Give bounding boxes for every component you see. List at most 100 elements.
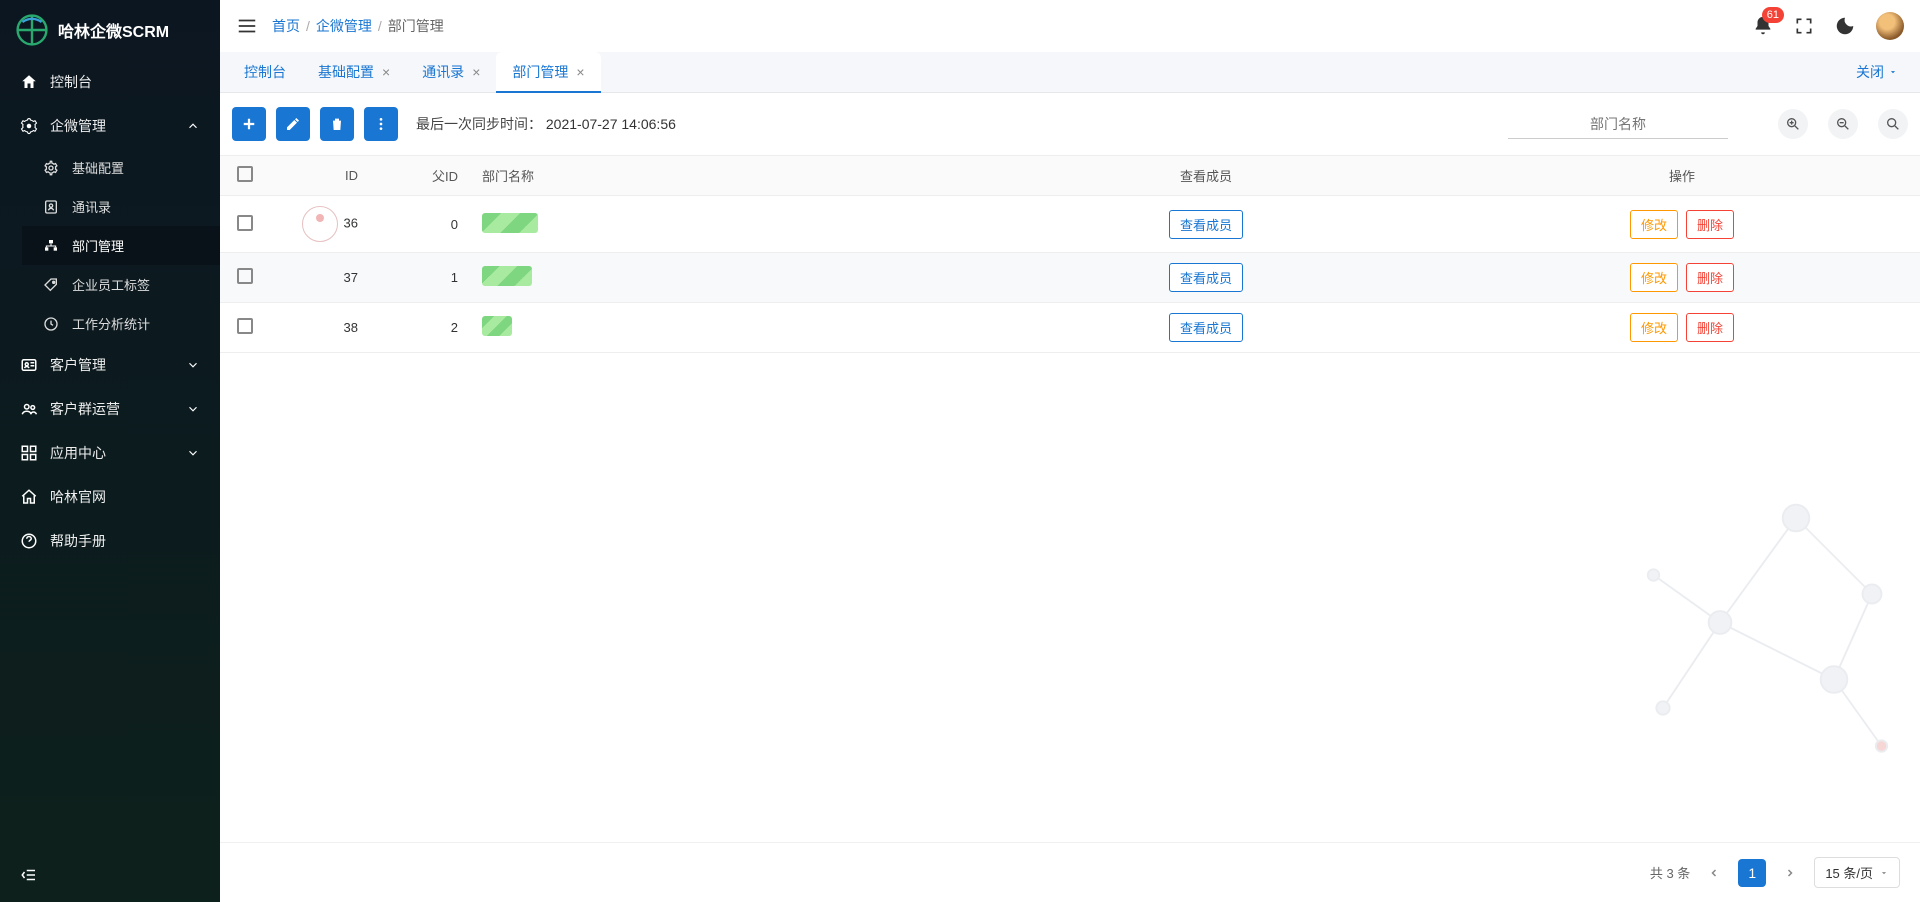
sidebar-item-label: 客户管理 <box>50 355 106 375</box>
checkbox[interactable] <box>237 268 253 284</box>
chevron-down-icon <box>186 446 200 460</box>
more-button[interactable] <box>364 107 398 141</box>
sync-timestamp: 2021-07-27 14:06:56 <box>546 116 676 132</box>
table-wrap: ID 父ID 部门名称 查看成员 操作 360查看成员修改删除371查看成员修改… <box>220 156 1920 842</box>
add-button[interactable] <box>232 107 266 141</box>
tab-dept[interactable]: 部门管理 × <box>496 52 600 92</box>
search-dept <box>1508 110 1728 139</box>
toolbar: 最后一次同步时间： 2021-07-27 14:06:56 <box>220 93 1920 156</box>
view-members-button[interactable]: 查看成员 <box>1169 210 1243 239</box>
pager-page-1[interactable]: 1 <box>1738 859 1766 887</box>
sidebar-item-website[interactable]: 哈林官网 <box>0 475 220 519</box>
view-members-button[interactable]: 查看成员 <box>1169 263 1243 292</box>
clock-icon <box>42 315 60 333</box>
pager-total: 共 3 条 <box>1650 863 1690 882</box>
edit-row-button[interactable]: 修改 <box>1630 313 1678 342</box>
avatar[interactable] <box>1876 12 1904 40</box>
tab-console[interactable]: 控制台 <box>228 52 302 92</box>
notifications-button[interactable]: 61 <box>1752 15 1774 37</box>
sidebar-item-label: 基础配置 <box>72 158 124 177</box>
brand-title: 哈林企微SCRM <box>58 18 169 42</box>
tab-label: 通讯录 <box>422 62 464 82</box>
card-icon <box>20 356 38 374</box>
sidebar-item-label: 哈林官网 <box>50 487 106 507</box>
delete-row-button[interactable]: 删除 <box>1686 313 1734 342</box>
close-icon[interactable]: × <box>576 64 584 80</box>
delete-button[interactable] <box>320 107 354 141</box>
sidebar-item-label: 应用中心 <box>50 443 106 463</box>
cell-name <box>470 253 968 303</box>
sidebar-item-customer[interactable]: 客户管理 <box>0 343 220 387</box>
topbar: 首页 / 企微管理 / 部门管理 61 <box>220 0 1920 52</box>
chevron-up-icon <box>186 119 200 133</box>
fullscreen-button[interactable] <box>1794 16 1814 36</box>
col-name: 部门名称 <box>470 156 968 196</box>
chevron-down-icon <box>186 402 200 416</box>
help-icon <box>20 532 38 550</box>
sidebar-item-label: 企业员工标签 <box>72 275 150 294</box>
zoom-reset-button[interactable] <box>1878 109 1908 139</box>
breadcrumb-l1[interactable]: 企微管理 <box>316 16 372 36</box>
col-checkbox <box>220 156 270 196</box>
pager-prev[interactable] <box>1700 859 1728 887</box>
sidebar-item-apps[interactable]: 应用中心 <box>0 431 220 475</box>
zoom-in-button[interactable] <box>1778 109 1808 139</box>
sidebar-sub-qw: 基础配置 通讯录 部门管理 企业员工标签 工作分析统计 <box>0 148 220 343</box>
sidebar-item-basic[interactable]: 基础配置 <box>22 148 220 187</box>
sidebar-item-qw[interactable]: 企微管理 <box>0 104 220 148</box>
pager-size-select[interactable]: 15 条/页 <box>1814 857 1900 888</box>
sidebar-item-console[interactable]: 控制台 <box>0 60 220 104</box>
tab-label: 部门管理 <box>512 62 568 82</box>
tab-contacts[interactable]: 通讯录 × <box>406 52 496 92</box>
brand: 哈林企微SCRM <box>0 0 220 60</box>
pager: 共 3 条 1 15 条/页 <box>220 842 1920 902</box>
edit-button[interactable] <box>276 107 310 141</box>
edit-row-button[interactable]: 修改 <box>1630 210 1678 239</box>
tag-icon <box>42 276 60 294</box>
sidebar-item-label: 部门管理 <box>72 236 124 255</box>
sidebar-item-group[interactable]: 客户群运营 <box>0 387 220 431</box>
sidebar-item-label: 客户群运营 <box>50 399 120 419</box>
checkbox[interactable] <box>237 215 253 231</box>
close-icon[interactable]: × <box>382 64 390 80</box>
breadcrumb-home[interactable]: 首页 <box>272 16 300 36</box>
table-row: 371查看成员修改删除 <box>220 253 1920 303</box>
col-op: 操作 <box>1444 156 1920 196</box>
pager-next[interactable] <box>1776 859 1804 887</box>
checkbox[interactable] <box>237 318 253 334</box>
cell-name <box>470 196 968 253</box>
cell-id: 38 <box>270 303 370 353</box>
close-icon[interactable]: × <box>472 64 480 80</box>
sidebar-item-contacts[interactable]: 通讯录 <box>22 187 220 226</box>
breadcrumb-current: 部门管理 <box>388 16 444 36</box>
sidebar-item-label: 通讯录 <box>72 197 111 216</box>
collapse-icon <box>20 866 38 884</box>
breadcrumb: 首页 / 企微管理 / 部门管理 <box>272 16 444 36</box>
sidebar-item-tags[interactable]: 企业员工标签 <box>22 265 220 304</box>
zoom-out-button[interactable] <box>1828 109 1858 139</box>
home-outline-icon <box>20 488 38 506</box>
tabs-close-menu[interactable]: 关闭 <box>1842 62 1912 82</box>
gear-icon <box>20 117 38 135</box>
sync-time: 最后一次同步时间： 2021-07-27 14:06:56 <box>416 114 676 134</box>
search-input[interactable] <box>1508 110 1728 139</box>
sidebar-collapse[interactable] <box>0 852 220 902</box>
theme-toggle[interactable] <box>1834 15 1856 37</box>
nav: 控制台 企微管理 基础配置 通讯录 部门管理 <box>0 60 220 852</box>
delete-row-button[interactable]: 删除 <box>1686 210 1734 239</box>
notifications-badge: 61 <box>1762 7 1784 23</box>
sidebar-item-help[interactable]: 帮助手册 <box>0 519 220 563</box>
delete-row-button[interactable]: 删除 <box>1686 263 1734 292</box>
view-members-button[interactable]: 查看成员 <box>1169 313 1243 342</box>
decorative-graph <box>1530 482 1910 782</box>
sidebar-item-stats[interactable]: 工作分析统计 <box>22 304 220 343</box>
menu-toggle[interactable] <box>236 15 258 37</box>
edit-row-button[interactable]: 修改 <box>1630 263 1678 292</box>
sidebar-item-dept[interactable]: 部门管理 <box>22 226 220 265</box>
checkbox-all[interactable] <box>237 166 253 182</box>
zoom-group <box>1778 109 1908 139</box>
group-icon <box>20 400 38 418</box>
settings-icon <box>42 159 60 177</box>
cell-id: 36 <box>270 196 370 253</box>
tab-basic[interactable]: 基础配置× <box>302 52 406 92</box>
